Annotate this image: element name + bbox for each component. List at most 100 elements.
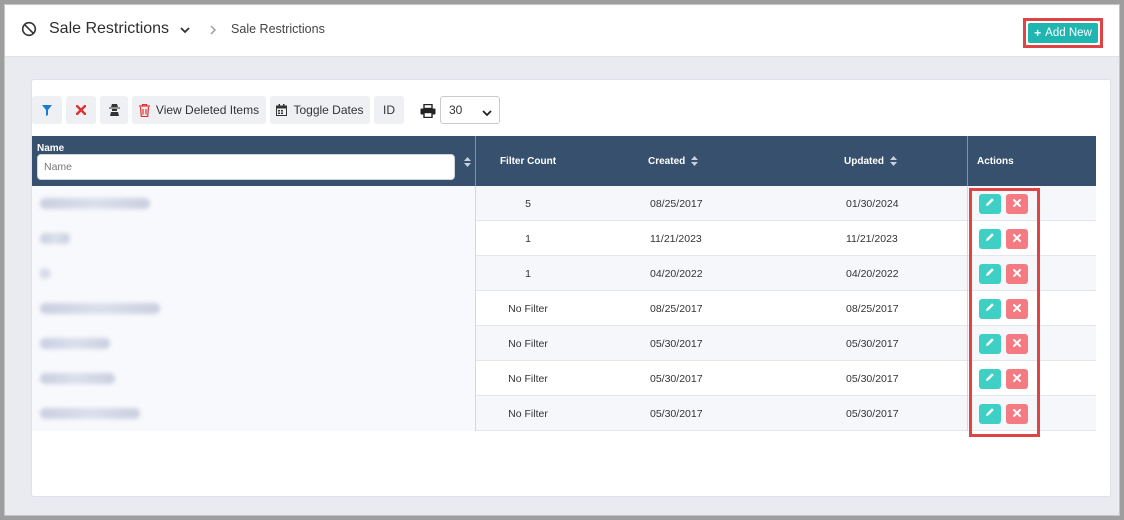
table-row: No Filter 08/25/2017 08/25/2017 <box>32 291 1096 326</box>
column-header-filter-count: Filter Count <box>476 136 580 186</box>
edit-button[interactable] <box>979 403 1001 424</box>
cell-filter-count: 5 <box>476 186 580 221</box>
updated-date: 08/25/2017 <box>846 302 899 315</box>
add-new-button[interactable]: + Add New <box>1028 23 1098 43</box>
column-created-label: Created <box>648 155 686 167</box>
delete-button[interactable] <box>1006 298 1028 319</box>
filter-count-value: 1 <box>525 232 531 245</box>
cell-name <box>32 326 476 361</box>
id-toggle-button[interactable]: ID <box>374 96 404 124</box>
calendar-icon <box>276 104 288 116</box>
cell-name <box>32 256 476 291</box>
id-label: ID <box>383 103 395 117</box>
redacted-name <box>40 373 115 384</box>
filter-count-value: No Filter <box>508 337 548 350</box>
table-row: 5 08/25/2017 01/30/2024 <box>32 186 1096 221</box>
close-icon <box>1013 303 1021 315</box>
updated-date: 05/30/2017 <box>846 372 899 385</box>
cell-created: 05/30/2017 <box>580 396 780 431</box>
cell-name <box>32 291 476 326</box>
add-new-highlight: + Add New <box>1023 18 1103 48</box>
cell-updated: 08/25/2017 <box>780 291 968 326</box>
delete-button[interactable] <box>1006 263 1028 284</box>
filter-button[interactable] <box>32 96 62 124</box>
page-title: Sale Restrictions <box>49 20 170 37</box>
toggle-dates-label: Toggle Dates <box>293 103 364 117</box>
created-date: 08/25/2017 <box>650 302 703 315</box>
edit-button[interactable] <box>979 333 1001 354</box>
delete-button[interactable] <box>1006 193 1028 214</box>
updated-date: 05/30/2017 <box>846 337 899 350</box>
user-secret-icon <box>108 104 120 116</box>
delete-button[interactable] <box>1006 368 1028 389</box>
cell-filter-count: 1 <box>476 221 580 256</box>
page-size-select[interactable]: 30 <box>440 96 500 124</box>
created-date: 04/20/2022 <box>650 267 703 280</box>
toggle-dates-button[interactable]: Toggle Dates <box>270 96 370 124</box>
edit-button[interactable] <box>979 368 1001 389</box>
clear-filter-button[interactable] <box>66 96 96 124</box>
close-icon <box>1013 408 1021 420</box>
pencil-icon <box>985 407 995 420</box>
created-date: 11/21/2023 <box>650 232 702 245</box>
cell-created: 08/25/2017 <box>580 291 780 326</box>
redacted-name <box>40 338 110 349</box>
cell-filter-count: No Filter <box>476 326 580 361</box>
redacted-name <box>40 198 150 209</box>
cell-updated: 05/30/2017 <box>780 396 968 431</box>
updated-date: 01/30/2024 <box>846 197 899 210</box>
edit-button[interactable] <box>979 193 1001 214</box>
filter-icon <box>42 104 52 116</box>
filter-count-value: 5 <box>525 197 531 210</box>
content-card: View Deleted Items Toggle Dates ID 30 Na… <box>31 79 1111 497</box>
delete-button[interactable] <box>1006 403 1028 424</box>
column-filter-count-label: Filter Count <box>499 155 557 167</box>
filter-count-value: 1 <box>525 267 531 280</box>
cell-updated: 05/30/2017 <box>780 326 968 361</box>
close-icon <box>1013 198 1021 210</box>
breadcrumb[interactable]: Sale Restrictions <box>231 22 325 36</box>
delete-button[interactable] <box>1006 228 1028 249</box>
cell-actions <box>968 256 1096 291</box>
delete-button[interactable] <box>1006 333 1028 354</box>
cell-updated: 04/20/2022 <box>780 256 968 291</box>
pencil-icon <box>985 267 995 280</box>
table-row: 1 11/21/2023 11/21/2023 <box>32 221 1096 256</box>
column-header-name: Name Name <box>32 136 476 186</box>
chevron-right-icon <box>209 23 217 35</box>
view-deleted-button[interactable]: View Deleted Items <box>132 96 266 124</box>
filter-count-value: No Filter <box>508 407 548 420</box>
app-window: Sale Restrictions Sale Restrictions + Ad… <box>4 4 1120 516</box>
pencil-icon <box>985 197 995 210</box>
pencil-icon <box>985 302 995 315</box>
name-filter-input[interactable]: Name <box>37 154 455 180</box>
table-header: Name Name Filter Count Created Updated A… <box>32 136 1096 186</box>
column-header-updated[interactable]: Updated <box>780 136 968 186</box>
edit-button[interactable] <box>979 263 1001 284</box>
print-icon[interactable] <box>420 103 436 119</box>
cell-created: 11/21/2023 <box>580 221 780 256</box>
cell-filter-count: No Filter <box>476 361 580 396</box>
trash-icon <box>138 103 150 117</box>
close-icon <box>76 105 86 115</box>
close-icon <box>1013 233 1021 245</box>
chevron-down-icon[interactable] <box>179 23 191 35</box>
edit-button[interactable] <box>979 298 1001 319</box>
updated-date: 04/20/2022 <box>846 267 899 280</box>
page-size-value: 30 <box>449 103 463 117</box>
redacted-name <box>40 233 70 244</box>
edit-button[interactable] <box>979 228 1001 249</box>
cell-actions <box>968 291 1096 326</box>
view-deleted-label: View Deleted Items <box>155 103 260 117</box>
sort-icon[interactable] <box>464 157 471 167</box>
cell-updated: 05/30/2017 <box>780 361 968 396</box>
add-new-label: Add New <box>1045 27 1092 39</box>
column-header-actions: Actions <box>968 136 1096 186</box>
column-header-created[interactable]: Created <box>580 136 780 186</box>
redacted-name <box>40 408 140 419</box>
cell-updated: 11/21/2023 <box>780 221 968 256</box>
column-actions-label: Actions <box>977 155 1014 167</box>
user-secret-button[interactable] <box>100 96 128 124</box>
cell-name <box>32 221 476 256</box>
table-row: No Filter 05/30/2017 05/30/2017 <box>32 396 1096 431</box>
